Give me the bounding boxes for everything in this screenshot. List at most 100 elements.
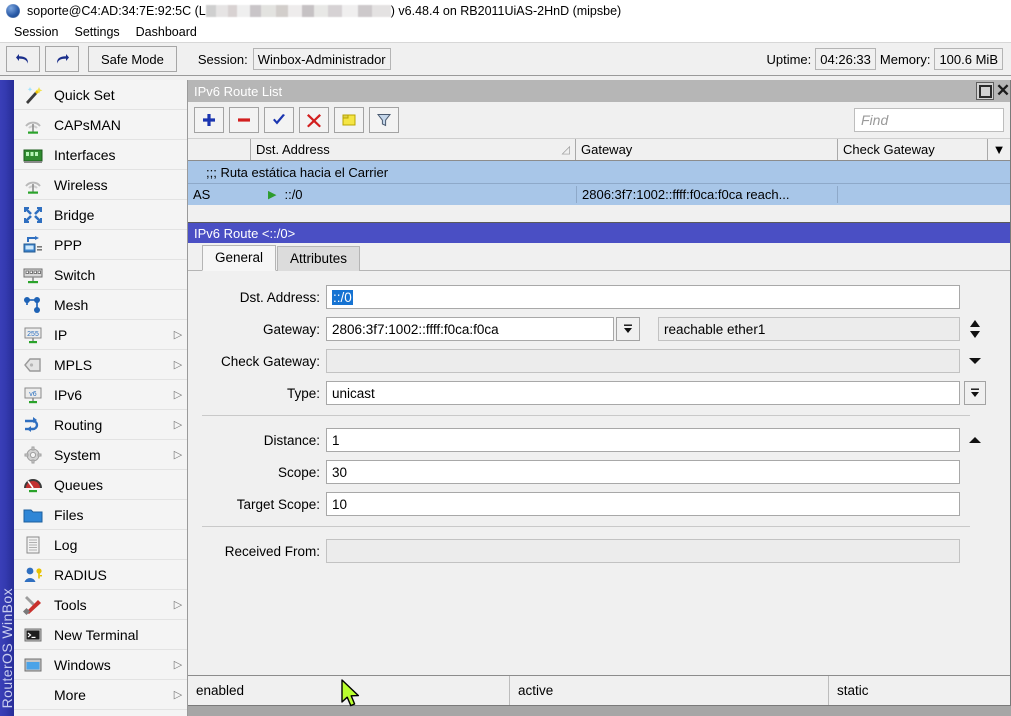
restore-window-icon[interactable] (976, 82, 994, 100)
enable-button[interactable] (264, 107, 294, 133)
sidebar-item-log[interactable]: Log (14, 530, 187, 560)
scope-label: Scope: (188, 465, 326, 480)
sidebar-item-quick-set[interactable]: Quick Set (14, 80, 187, 110)
column-header-flags[interactable] (188, 139, 251, 160)
safe-mode-button[interactable]: Safe Mode (88, 46, 177, 72)
sidebar-item-ppp[interactable]: PPP (14, 230, 187, 260)
main-workspace: IPv6 Route List ✕ (188, 80, 1011, 716)
sidebar-item-mpls[interactable]: MPLS ▷ (14, 350, 187, 380)
window-title-prefix: soporte@C4:AD:34:7E:92:5C (L (27, 4, 206, 18)
form-divider-2 (202, 526, 970, 527)
add-button[interactable] (194, 107, 224, 133)
type-dropdown-icon[interactable] (960, 381, 990, 405)
gear-icon (20, 444, 46, 466)
sidebar-item-label: Interfaces (54, 147, 169, 163)
check-gateway-input[interactable] (326, 349, 960, 373)
tools-icon (20, 594, 46, 616)
dst-address-value: ::/0 (332, 290, 353, 305)
sidebar-item-mesh[interactable]: Mesh (14, 290, 187, 320)
memory-value: 100.6 MiB (934, 48, 1003, 70)
gateway-input[interactable]: 2806:3f7:1002::ffff:f0ca:f0ca (326, 317, 614, 341)
sidebar-item-ipv6[interactable]: v6 IPv6 ▷ (14, 380, 187, 410)
route-dst-address: ▶ ::/0 (251, 186, 576, 203)
sidebar-item-label: Quick Set (54, 87, 169, 103)
sort-ascending-icon: ◿ (562, 143, 570, 156)
sidebar-item-queues[interactable]: Queues (14, 470, 187, 500)
bridge-icon (20, 204, 46, 226)
menu-item-session[interactable]: Session (6, 24, 66, 40)
type-input[interactable]: unicast (326, 381, 960, 405)
menu-item-settings[interactable]: Settings (66, 24, 127, 40)
sidebar-item-tools[interactable]: Tools ▷ (14, 590, 187, 620)
column-header-dst-address[interactable]: Dst. Address ◿ (251, 139, 576, 160)
sidebar-item-label: Routing (54, 417, 169, 433)
search-input[interactable]: Find (854, 108, 1004, 132)
sidebar-item-label: Mesh (54, 297, 169, 313)
sidebar-item-more[interactable]: More ▷ (14, 680, 187, 710)
wand-icon (20, 84, 46, 106)
column-chooser-icon[interactable]: ▼ (988, 139, 1010, 160)
gateway-group: 2806:3f7:1002::ffff:f0ca:f0ca reachable … (326, 317, 960, 341)
main-menubar: Session Settings Dashboard (0, 22, 1011, 42)
target-scope-input[interactable]: 10 (326, 492, 960, 516)
sidebar-item-bridge[interactable]: Bridge (14, 200, 187, 230)
toolbar-right-group: Uptime: 04:26:33 Memory: 100.6 MiB (764, 48, 1005, 70)
undo-icon[interactable] (6, 46, 40, 72)
sidebar-item-system[interactable]: System ▷ (14, 440, 187, 470)
log-icon (20, 534, 46, 556)
mpls-tag-icon (20, 354, 46, 376)
window-titlebar: soporte@C4:AD:34:7E:92:5C (L) v6.48.4 on… (0, 0, 1011, 22)
distance-stepper-up-icon[interactable] (960, 435, 990, 445)
gateway-dropdown-icon[interactable] (616, 317, 640, 341)
check-gateway-dropdown-icon[interactable] (960, 356, 990, 366)
redo-icon[interactable] (45, 46, 79, 72)
field-row-distance: Distance: 1 (188, 428, 990, 452)
comment-button[interactable] (334, 107, 364, 133)
menu-item-dashboard[interactable]: Dashboard (128, 24, 205, 40)
tab-general[interactable]: General (202, 245, 276, 271)
gateway-label: Gateway: (188, 322, 326, 337)
sidebar-item-label: MPLS (54, 357, 169, 373)
close-window-icon[interactable]: ✕ (996, 82, 1010, 100)
chevron-right-icon: ▷ (169, 448, 187, 461)
route-list-title: IPv6 Route List (194, 84, 976, 99)
chevron-right-icon: ▷ (169, 598, 187, 611)
sidebar-item-windows[interactable]: Windows ▷ (14, 650, 187, 680)
filter-button[interactable] (369, 107, 399, 133)
gateway-updown-icon[interactable] (960, 319, 990, 339)
svg-text:v6: v6 (29, 391, 37, 398)
sidebar-item-label: Files (54, 507, 169, 523)
tab-attributes[interactable]: Attributes (277, 246, 360, 271)
sidebar-item-routing[interactable]: Routing ▷ (14, 410, 187, 440)
winbox-logo-icon (6, 4, 20, 18)
antenna-icon (20, 174, 46, 196)
sidebar-item-capsman[interactable]: CAPsMAN (14, 110, 187, 140)
sidebar-item-switch[interactable]: Switch (14, 260, 187, 290)
distance-input[interactable]: 1 (326, 428, 960, 452)
received-from-label: Received From: (188, 544, 326, 559)
column-header-check-gateway[interactable]: Check Gateway (838, 139, 988, 160)
field-row-type: Type: unicast (188, 381, 990, 405)
sidebar-item-wireless[interactable]: Wireless (14, 170, 187, 200)
session-label: Session: (198, 52, 248, 67)
type-label: Type: (188, 386, 326, 401)
column-header-gateway[interactable]: Gateway (576, 139, 838, 160)
disable-button[interactable] (299, 107, 329, 133)
antenna-icon (20, 114, 46, 136)
table-row[interactable]: AS ▶ ::/0 2806:3f7:1002::ffff:f0ca:f0ca … (188, 183, 1010, 205)
scope-input[interactable]: 30 (326, 460, 960, 484)
sidebar-item-ip[interactable]: 255 IP ▷ (14, 320, 187, 350)
chevron-right-icon: ▷ (169, 658, 187, 671)
dst-address-input[interactable]: ::/0 (326, 285, 960, 309)
sidebar-item-radius[interactable]: RADIUS (14, 560, 187, 590)
redacted-identity (206, 5, 391, 17)
table-row-comment[interactable]: ;;; Ruta estática hacia el Carrier (188, 161, 1010, 183)
column-header-label: Dst. Address (256, 142, 330, 157)
windows-icon (20, 654, 46, 676)
sidebar-item-label: Tools (54, 597, 169, 613)
sidebar-item-new-terminal[interactable]: New Terminal (14, 620, 187, 650)
remove-button[interactable] (229, 107, 259, 133)
sidebar-item-files[interactable]: Files (14, 500, 187, 530)
session-value[interactable]: Winbox-Administrador (253, 48, 391, 70)
sidebar-item-interfaces[interactable]: Interfaces (14, 140, 187, 170)
